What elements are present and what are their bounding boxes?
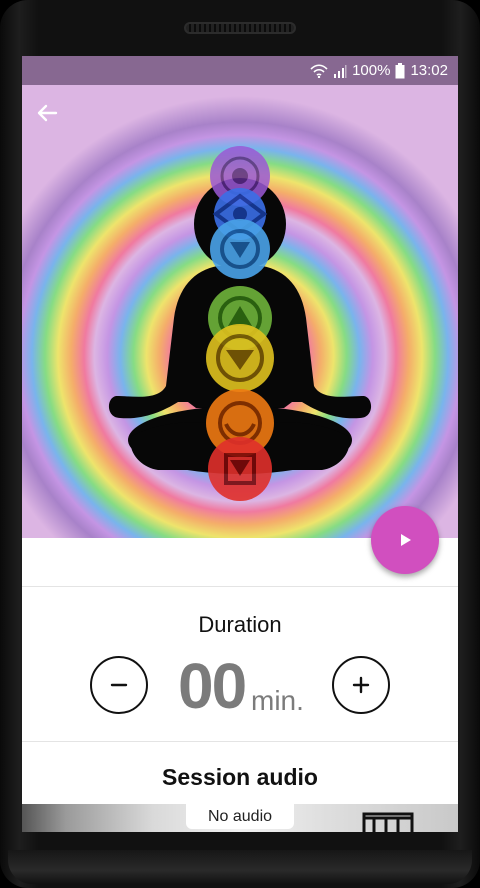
back-button[interactable] xyxy=(36,102,76,142)
status-bar: 100% 13:02 xyxy=(22,56,458,85)
session-audio-title: Session audio xyxy=(162,764,318,790)
decrease-duration-button[interactable] xyxy=(90,656,148,714)
solar-plexus-chakra-icon xyxy=(206,324,274,392)
signal-icon xyxy=(333,64,347,78)
increase-duration-button[interactable] xyxy=(332,656,390,714)
battery-percentage: 100% xyxy=(352,62,391,79)
root-chakra-icon xyxy=(208,437,272,501)
app-screen: 100% 13:02 Duration 00 min. Session audi… xyxy=(22,56,458,832)
meditation-chakra-illustration xyxy=(22,56,458,538)
play-button[interactable] xyxy=(371,506,439,574)
section-divider xyxy=(22,586,458,587)
bottom-bezel xyxy=(8,850,472,884)
selected-audio-label[interactable]: No audio xyxy=(186,804,294,829)
battery-icon xyxy=(395,62,405,79)
wifi-icon xyxy=(310,63,328,78)
speaker-grille xyxy=(184,22,296,34)
clock: 13:02 xyxy=(410,62,448,79)
minus-icon xyxy=(110,683,128,687)
phone-frame: 100% 13:02 Duration 00 min. Session audi… xyxy=(0,0,480,888)
duration-value: 00 xyxy=(178,650,247,722)
duration-title: Duration xyxy=(198,612,282,637)
hero-illustration xyxy=(22,56,458,538)
section-divider xyxy=(22,741,458,742)
throat-chakra-icon xyxy=(210,219,270,279)
play-icon xyxy=(401,534,411,546)
arrow-left-icon xyxy=(37,104,58,122)
duration-unit: min. xyxy=(251,685,304,716)
plus-icon xyxy=(352,676,370,694)
